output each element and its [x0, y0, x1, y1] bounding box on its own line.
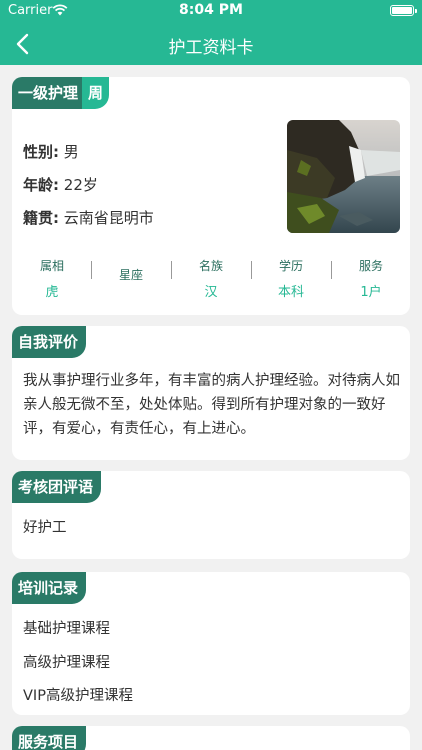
care-level-label: 一级护理 [12, 77, 83, 109]
level-tag: 一级护理 周 [12, 77, 110, 109]
age-value: 22岁 [63, 176, 98, 194]
review-title: 考核团评语 [12, 471, 102, 503]
page-title: 护工资料卡 [168, 38, 254, 58]
gender-label: 性别: [23, 143, 59, 161]
stat-ethnicity: 名族 汉 [171, 257, 251, 300]
nav-bar: 护工资料卡 [0, 22, 422, 65]
top-bar: Carrier 8:04 PM 护工资料卡 [0, 0, 422, 65]
period-badge: 周 [82, 77, 110, 109]
self-evaluation-title: 自我评价 [12, 326, 87, 358]
training-title: 培训记录 [12, 572, 87, 604]
origin-value: 云南省昆明市 [63, 209, 154, 227]
stat-zodiac: 属相 虎 [12, 257, 92, 300]
age-row: 年龄: 22岁 [23, 174, 98, 195]
stat-zodiac-label: 属相 [39, 259, 64, 273]
profile-stats: 属相 虎 星座 名族 汉 学历 本科 服务 1户 [12, 257, 410, 303]
services-card: 服务项目 [12, 726, 410, 750]
status-time: 8:04 PM [179, 2, 243, 18]
stat-constellation: 星座 [91, 266, 171, 290]
stat-education-label: 学历 [278, 259, 303, 273]
stat-constellation-label: 星座 [118, 268, 143, 282]
stat-service: 服务 1户 [331, 257, 410, 300]
stat-education-value: 本科 [277, 285, 304, 300]
training-item: VIP高级护理课程 [23, 688, 133, 704]
origin-label: 籍贯: [23, 209, 59, 227]
stat-ethnicity-label: 名族 [198, 259, 223, 273]
age-label: 年龄: [23, 176, 59, 194]
gender-value: 男 [63, 143, 79, 161]
training-item: 高级护理课程 [23, 655, 110, 671]
self-evaluation-text: 我从事护理行业多年，有丰富的病人护理经验。对待病人如亲人般无微不至，处处体贴。得… [23, 373, 400, 437]
battery-icon [390, 5, 417, 16]
stat-service-label: 服务 [358, 259, 383, 273]
review-card: 考核团评语 好护工 [12, 471, 410, 559]
training-card: 培训记录 基础护理课程 高级护理课程 VIP高级护理课程 [12, 572, 410, 715]
training-item: 基础护理课程 [23, 621, 110, 637]
stat-education: 学历 本科 [251, 257, 331, 300]
review-text: 好护工 [23, 520, 67, 536]
origin-row: 籍贯: 云南省昆明市 [23, 207, 154, 228]
self-evaluation-card: 自我评价 我从事护理行业多年，有丰富的病人护理经验。对待病人如亲人般无微不至，处… [12, 326, 410, 460]
profile-card: 一级护理 周 性别: 男 年龄: 22岁 籍贯: 云南省昆明市 属相 虎 星座 … [12, 77, 410, 315]
status-bar: Carrier 8:04 PM [0, 0, 422, 22]
gender-row: 性别: 男 [23, 141, 79, 162]
profile-photo[interactable] [287, 120, 400, 233]
stat-ethnicity-value: 汉 [204, 285, 218, 300]
stat-service-value: 1户 [360, 285, 382, 300]
stat-zodiac-value: 虎 [45, 285, 59, 300]
services-title: 服务项目 [12, 726, 87, 750]
